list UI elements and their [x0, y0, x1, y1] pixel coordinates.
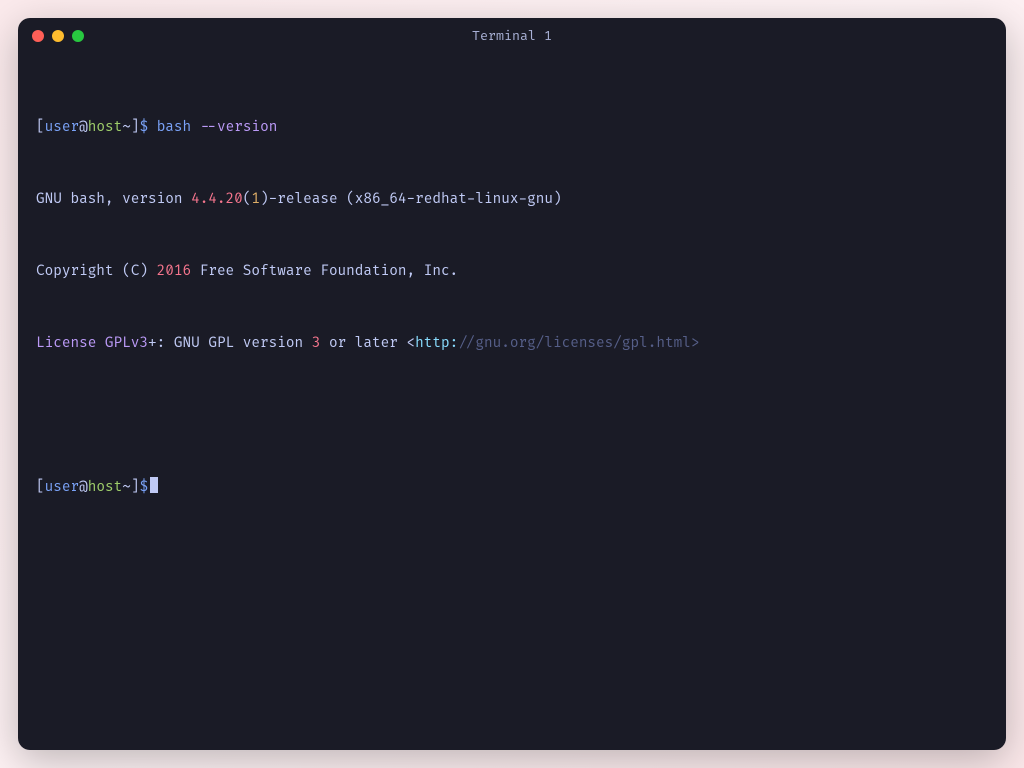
output-line-2: Copyright (C) 2016 Free Software Foundat…: [36, 260, 988, 284]
prompt-line-1: [user@host~]$ bash --version: [36, 116, 988, 140]
close-icon[interactable]: [32, 30, 44, 42]
blank-line: [36, 404, 988, 428]
terminal-body[interactable]: [user@host~]$ bash --version GNU bash, v…: [18, 54, 1006, 750]
terminal-window: Terminal 1 [user@host~]$ bash --version …: [18, 18, 1006, 750]
window-title: Terminal 1: [18, 28, 1006, 44]
output-line-3: License GPLv3+: GNU GPL version 3 or lat…: [36, 332, 988, 356]
prompt-host: host: [88, 119, 122, 136]
maximize-icon[interactable]: [72, 30, 84, 42]
minimize-icon[interactable]: [52, 30, 64, 42]
prompt-line-2: [user@host~]$: [36, 476, 988, 500]
output-line-1: GNU bash, version 4.4.20(1)-release (x86…: [36, 188, 988, 212]
traffic-lights: [32, 30, 84, 42]
cursor-icon: [150, 477, 158, 493]
prompt-at: @: [79, 119, 88, 136]
prompt-user: user: [45, 119, 79, 136]
prompt-symbol: $: [139, 119, 148, 136]
command-name: bash: [157, 119, 191, 136]
prompt-tilde: ~: [122, 119, 131, 136]
bracket-open: [: [36, 119, 45, 136]
command-flag: --version: [200, 119, 278, 136]
titlebar: Terminal 1: [18, 18, 1006, 54]
